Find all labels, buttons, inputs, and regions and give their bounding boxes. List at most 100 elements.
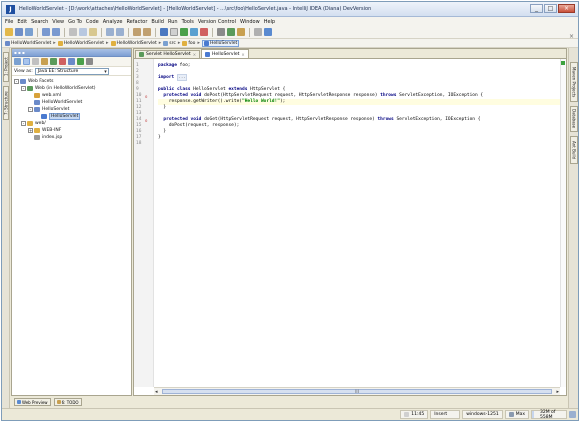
scroll-right-icon[interactable]: ▸ — [556, 389, 559, 395]
structure-view-icon[interactable] — [23, 58, 30, 65]
code-area[interactable]: 1 2 3 8 9 10 o 11 12 13 14 o 15 16 17 18 package foo; im… — [134, 59, 566, 387]
gc-icon[interactable] — [569, 411, 576, 418]
scrollbar-thumb[interactable]: III — [162, 389, 552, 394]
minimize-button[interactable]: _ — [530, 4, 543, 13]
max-status[interactable]: Max — [504, 410, 529, 419]
forward-icon[interactable] — [143, 28, 151, 36]
menu-analyze[interactable]: Analyze — [103, 19, 123, 25]
menu-window[interactable]: Window — [240, 19, 260, 25]
breadcrumb-module[interactable]: HelloWorldServlet — [57, 40, 104, 46]
tool-tab-ant[interactable]: Ant Build — [570, 136, 578, 164]
tree-node[interactable]: - web/ — [12, 120, 131, 127]
menu-build[interactable]: Build — [151, 19, 164, 25]
replace-icon[interactable] — [116, 28, 124, 36]
menu-edit[interactable]: Edit — [17, 19, 27, 25]
run-config-dropdown-icon[interactable] — [170, 28, 178, 36]
settings-icon[interactable] — [217, 28, 225, 36]
menu-tools[interactable]: Tools — [182, 19, 194, 25]
code-text[interactable]: package foo; import ... public class Hello… — [154, 59, 566, 387]
tree-node[interactable]: - HelloServlet — [12, 106, 131, 113]
project-structure-icon[interactable] — [227, 28, 235, 36]
tab-close-icon[interactable]: × — [241, 52, 244, 57]
breadcrumb-module-dir[interactable]: HelloWorldServlet — [110, 40, 157, 46]
menu-view[interactable]: View — [52, 19, 64, 25]
help-topics-icon[interactable] — [254, 28, 262, 36]
remove-icon[interactable] — [59, 58, 66, 65]
menu-search[interactable]: Search — [31, 19, 48, 25]
tool-tab-project[interactable]: 1: Project — [3, 52, 9, 82]
close-button[interactable]: × — [558, 4, 575, 13]
add-icon[interactable] — [50, 58, 57, 65]
save-icon[interactable] — [15, 28, 23, 36]
menu-code[interactable]: Code — [86, 19, 99, 25]
autoscroll-icon[interactable] — [14, 58, 21, 65]
tree-node-icon — [20, 79, 26, 84]
tool-tab-database[interactable]: Database — [570, 106, 578, 132]
menu-help[interactable]: Help — [264, 19, 275, 25]
collapse-all-icon[interactable] — [77, 58, 84, 65]
menu-file[interactable]: File — [5, 19, 13, 25]
view-as-dropdown[interactable]: Java EE: Structure ▾ — [34, 67, 109, 75]
breadcrumb-label: HelloWorldServlet — [11, 40, 52, 46]
redo-icon[interactable] — [52, 28, 60, 36]
collapse-icon[interactable]: - — [28, 107, 33, 112]
tool-tab-maven[interactable]: Maven Projects — [570, 62, 578, 102]
options-icon[interactable] — [86, 58, 93, 65]
project-panel-header[interactable]: ▪ ▪ ▪ — [12, 49, 131, 57]
undo-icon[interactable] — [42, 28, 50, 36]
caret-position[interactable]: 11:45 — [400, 410, 429, 419]
maximize-button[interactable]: □ — [544, 4, 557, 13]
tree-node[interactable]: HelloServlet — [12, 113, 131, 120]
line-number-value: 16 — [136, 129, 142, 134]
editor-tab-servlet[interactable]: Servlet HelloServlet × — [135, 50, 201, 58]
about-icon[interactable] — [264, 28, 272, 36]
flatten-icon[interactable] — [32, 58, 39, 65]
menu-refactor[interactable]: Refactor — [126, 19, 147, 25]
menu-run[interactable]: Run — [168, 19, 178, 25]
menu-goto[interactable]: Go To — [68, 19, 82, 25]
run-icon[interactable] — [180, 28, 188, 36]
horizontal-scrollbar[interactable]: ◂ III ▸ — [154, 387, 560, 395]
breadcrumb-project[interactable]: HelloWorldServlet — [5, 40, 52, 46]
tree-node[interactable]: - Web Facets — [12, 78, 131, 85]
open-folder-icon[interactable] — [5, 28, 13, 36]
collapse-icon[interactable]: - — [21, 86, 26, 91]
breadcrumb-src[interactable]: src — [163, 40, 176, 46]
profile-icon[interactable] — [200, 28, 208, 36]
breadcrumb-package[interactable]: foo — [182, 40, 195, 46]
tree-node[interactable]: + WEB-INF — [12, 127, 131, 134]
memory-indicator[interactable]: 32M of 558M — [531, 410, 567, 420]
debug-icon[interactable] — [190, 28, 198, 36]
tree-node[interactable]: HelloWorldServlet — [12, 99, 131, 106]
cut-icon[interactable] — [69, 28, 77, 36]
sync-icon[interactable] — [25, 28, 33, 36]
collapse-icon[interactable]: - — [21, 121, 26, 126]
scroll-left-icon[interactable]: ◂ — [155, 389, 158, 395]
breadcrumb-separator-icon: ▸ — [177, 40, 181, 46]
file-encoding[interactable]: windows-1251 — [462, 410, 503, 419]
filter-icon[interactable] — [68, 58, 75, 65]
find-icon[interactable] — [106, 28, 114, 36]
plugins-icon[interactable] — [237, 28, 245, 36]
tool-tab-todo[interactable]: 6: TODO — [53, 398, 82, 406]
paste-icon[interactable] — [89, 28, 97, 36]
build-icon[interactable] — [160, 28, 168, 36]
back-icon[interactable] — [133, 28, 141, 36]
copy-icon[interactable] — [79, 28, 87, 36]
tree-node[interactable]: - Web (in HelloWorldServlet) — [12, 85, 131, 92]
tree-node[interactable]: web.xml — [12, 92, 131, 99]
tool-tab-structure[interactable]: 7: Structure — [3, 86, 9, 120]
insert-mode[interactable]: Insert — [430, 410, 461, 419]
collapse-icon[interactable]: - — [14, 79, 19, 84]
show-members-icon[interactable] — [41, 58, 48, 65]
expand-icon[interactable]: + — [28, 128, 33, 133]
tool-tab-web-preview[interactable]: Web Preview — [14, 398, 51, 406]
tab-close-icon[interactable]: × — [193, 52, 196, 57]
tree-node[interactable]: index.jsp — [12, 134, 131, 141]
breadcrumb-class[interactable]: HelloServlet — [201, 39, 240, 47]
menu-version-control[interactable]: Version Control — [198, 19, 236, 25]
tab-label: 6: TODO — [61, 399, 79, 405]
editor-tab-helloservlet[interactable]: HelloServlet × — [201, 49, 249, 58]
code-line[interactable] — [158, 141, 566, 147]
hint-icon — [404, 412, 410, 417]
